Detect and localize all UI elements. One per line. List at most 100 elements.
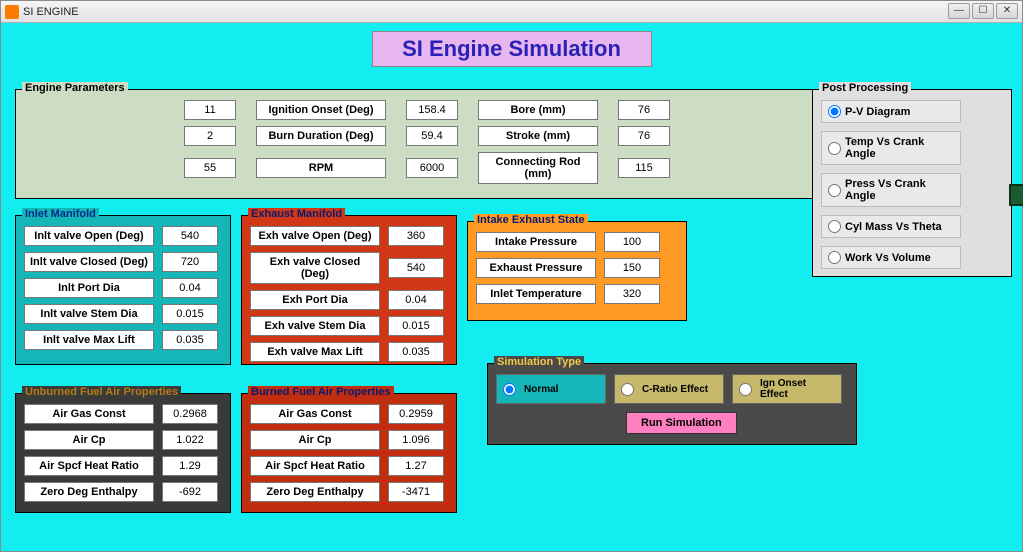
exh-input[interactable]	[388, 290, 444, 310]
ep-field-7[interactable]	[184, 158, 236, 178]
intake-input[interactable]	[604, 258, 660, 278]
run-simulation-button[interactable]: Run Simulation	[626, 412, 737, 434]
brn-label: Air Gas Const	[250, 404, 380, 424]
radio-input[interactable]	[828, 184, 841, 197]
radio-label: Ign Onset Effect	[760, 378, 835, 400]
ep-field-8[interactable]	[406, 158, 458, 178]
intake-input[interactable]	[604, 284, 660, 304]
sim-cratio-radio[interactable]: C-Ratio Effect	[614, 374, 724, 404]
panel-legend: Exhaust Manifold	[248, 208, 345, 220]
intake-input[interactable]	[604, 232, 660, 252]
pp-option[interactable]: Cyl Mass Vs Theta	[821, 215, 961, 238]
radio-label: Normal	[524, 384, 558, 395]
inlet-label: Inlt valve Max Lift	[24, 330, 154, 350]
maximize-button[interactable]: ☐	[972, 3, 994, 19]
ep-label: Stroke (mm)	[478, 126, 598, 146]
ep-label: RPM	[256, 158, 386, 178]
inlet-label: Inlt valve Closed (Deg)	[24, 252, 154, 272]
exh-label: Exh valve Max Lift	[250, 342, 380, 362]
engine-parameters-panel: Engine Parameters Ignition Onset (Deg) B…	[15, 89, 815, 199]
intake-label: Inlet Temperature	[476, 284, 596, 304]
inlet-input[interactable]	[162, 252, 218, 272]
titlebar: SI ENGINE — ☐ ✕	[1, 1, 1022, 23]
ep-label: Bore (mm)	[478, 100, 598, 120]
panel-legend: Inlet Manifold	[22, 208, 99, 220]
exhaust-manifold-panel: Exhaust Manifold Exh valve Open (Deg) Ex…	[241, 215, 457, 365]
brn-input[interactable]	[388, 430, 444, 450]
ep-label: Burn Duration (Deg)	[256, 126, 386, 146]
ep-field-1[interactable]	[184, 100, 236, 120]
brn-label: Air Spcf Heat Ratio	[250, 456, 380, 476]
minimize-button[interactable]: —	[948, 3, 970, 19]
show-graph-button[interactable]: Show Graph	[1009, 184, 1023, 206]
inlet-input[interactable]	[162, 304, 218, 324]
unburned-panel: Unburned Fuel Air Properties Air Gas Con…	[15, 393, 231, 513]
panel-legend: Post Processing	[819, 82, 911, 94]
inlet-input[interactable]	[162, 330, 218, 350]
exh-input[interactable]	[388, 226, 444, 246]
unb-input[interactable]	[162, 482, 218, 502]
content-area: SI Engine Simulation Engine Parameters I…	[1, 23, 1022, 551]
exh-input[interactable]	[388, 342, 444, 362]
ep-field-9[interactable]	[618, 158, 670, 178]
pp-label: Cyl Mass Vs Theta	[845, 221, 942, 233]
ep-field-6[interactable]	[618, 126, 670, 146]
brn-label: Zero Deg Enthalpy	[250, 482, 380, 502]
post-processing-panel: Post Processing P-V Diagram Temp Vs Cran…	[812, 89, 1012, 277]
inlet-input[interactable]	[162, 226, 218, 246]
radio-input[interactable]	[828, 105, 841, 118]
pp-option[interactable]: Temp Vs Crank Angle	[821, 131, 961, 165]
brn-input[interactable]	[388, 456, 444, 476]
sim-normal-radio[interactable]: Normal	[496, 374, 606, 404]
unb-label: Air Gas Const	[24, 404, 154, 424]
intake-label: Exhaust Pressure	[476, 258, 596, 278]
app-window: SI ENGINE — ☐ ✕ SI Engine Simulation Eng…	[0, 0, 1023, 552]
unb-label: Zero Deg Enthalpy	[24, 482, 154, 502]
radio-input[interactable]	[503, 383, 516, 396]
unb-input[interactable]	[162, 430, 218, 450]
exh-input[interactable]	[388, 316, 444, 336]
ep-field-2[interactable]	[406, 100, 458, 120]
panel-legend: Unburned Fuel Air Properties	[22, 386, 181, 398]
brn-input[interactable]	[388, 482, 444, 502]
exh-label: Exh valve Closed (Deg)	[250, 252, 380, 284]
app-icon	[5, 5, 19, 19]
simulation-type-panel: Simulation Type Normal C-Ratio Effect Ig…	[487, 363, 857, 445]
pp-option[interactable]: Press Vs Crank Angle	[821, 173, 961, 207]
inlet-label: Inlt Port Dia	[24, 278, 154, 298]
ep-field-5[interactable]	[406, 126, 458, 146]
ep-field-3[interactable]	[618, 100, 670, 120]
radio-input[interactable]	[828, 142, 841, 155]
intake-label: Intake Pressure	[476, 232, 596, 252]
radio-input[interactable]	[621, 383, 634, 396]
brn-input[interactable]	[388, 404, 444, 424]
ep-label: Connecting Rod (mm)	[478, 152, 598, 184]
exh-input[interactable]	[388, 258, 444, 278]
brn-label: Air Cp	[250, 430, 380, 450]
ep-field-4[interactable]	[184, 126, 236, 146]
panel-legend: Burned Fuel Air Properties	[248, 386, 394, 398]
pp-option[interactable]: Work Vs Volume	[821, 246, 961, 269]
sim-ign-radio[interactable]: Ign Onset Effect	[732, 374, 842, 404]
pp-option[interactable]: P-V Diagram	[821, 100, 961, 123]
panel-legend: Intake Exhaust State	[474, 214, 588, 226]
pp-label: Temp Vs Crank Angle	[845, 136, 954, 160]
main-title: SI Engine Simulation	[372, 31, 652, 67]
inlet-label: Inlt valve Open (Deg)	[24, 226, 154, 246]
panel-legend: Engine Parameters	[22, 82, 128, 94]
pp-label: Press Vs Crank Angle	[845, 178, 954, 202]
inlet-label: Inlt valve Stem Dia	[24, 304, 154, 324]
radio-input[interactable]	[739, 383, 752, 396]
radio-label: C-Ratio Effect	[642, 384, 708, 395]
unb-label: Air Cp	[24, 430, 154, 450]
inlet-input[interactable]	[162, 278, 218, 298]
radio-input[interactable]	[828, 251, 841, 264]
unb-input[interactable]	[162, 404, 218, 424]
exh-label: Exh valve Open (Deg)	[250, 226, 380, 246]
intake-state-panel: Intake Exhaust State Intake Pressure Exh…	[467, 221, 687, 321]
unb-input[interactable]	[162, 456, 218, 476]
close-button[interactable]: ✕	[996, 3, 1018, 19]
radio-input[interactable]	[828, 220, 841, 233]
window-title: SI ENGINE	[23, 6, 79, 18]
inlet-manifold-panel: Inlet Manifold Inlt valve Open (Deg) Inl…	[15, 215, 231, 365]
